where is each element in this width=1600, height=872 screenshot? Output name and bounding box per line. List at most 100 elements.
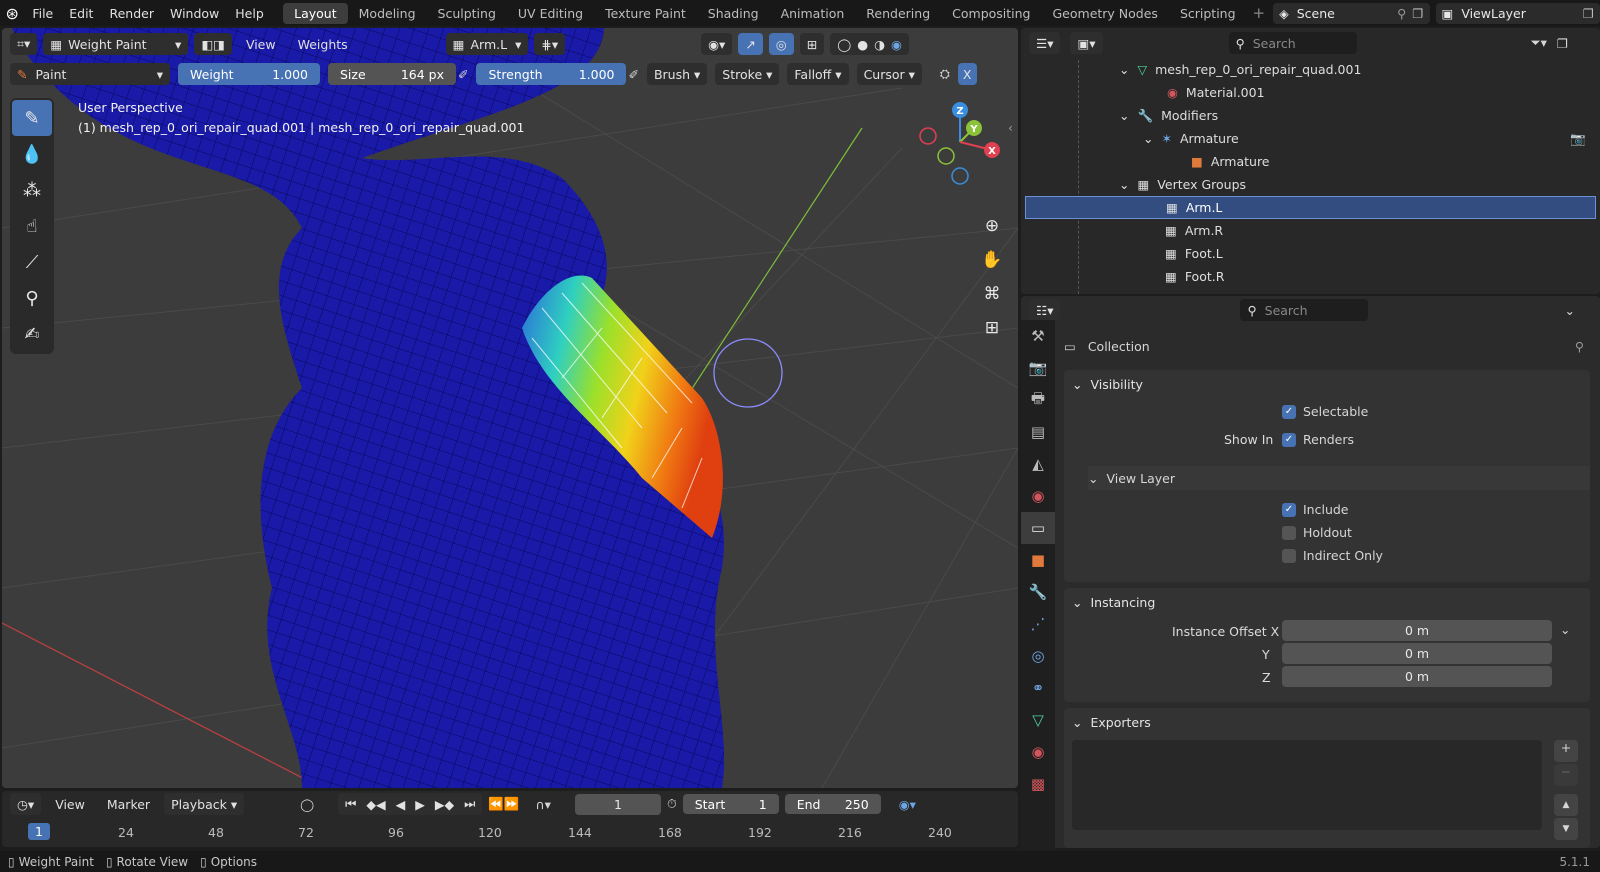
timeline-editor-type[interactable]: ◷▾ xyxy=(10,793,42,815)
new-collection-icon[interactable]: ❐ xyxy=(1557,36,1568,51)
visibility-button[interactable]: ◉▾ xyxy=(701,33,733,55)
3d-viewport[interactable]: ⌗▾ ▦ Weight Paint ▾ ◧◨ View Weights ▦ Ar… xyxy=(2,28,1018,788)
indirect-only-checkbox[interactable]: Indirect Only xyxy=(1282,548,1383,563)
draw-tool-button[interactable]: ✎ xyxy=(12,100,52,136)
tree-row[interactable]: ⌄ ✶ Armature 📷 xyxy=(1021,127,1600,150)
brush-selector[interactable]: ✎ Paint ▾ xyxy=(10,63,170,85)
view-layer-selector[interactable]: ▣ ViewLayer ❐ xyxy=(1435,2,1600,24)
data-tab[interactable]: ▽ xyxy=(1021,704,1055,736)
scene-selector[interactable]: ◈ Scene ⚲ ❐ xyxy=(1273,2,1430,24)
end-frame-field[interactable]: End 250 xyxy=(784,794,881,814)
timeline-menu-marker[interactable]: Marker xyxy=(99,797,158,812)
tree-row[interactable]: ■ Armature xyxy=(1021,150,1600,173)
pan-button[interactable]: ✋ xyxy=(978,246,1006,274)
chevron-down-icon[interactable]: ⌄ xyxy=(1564,303,1574,318)
camera-view-button[interactable]: ⌘ xyxy=(978,280,1006,308)
tab-modeling[interactable]: Modeling xyxy=(348,3,427,24)
include-checkbox[interactable]: ✓ Include xyxy=(1282,502,1349,517)
tree-row[interactable]: ▦ Foot.R xyxy=(1021,265,1600,288)
prev-keyframe-icon[interactable]: ◆◀ xyxy=(366,797,385,812)
world-tab[interactable]: ◉ xyxy=(1021,480,1055,512)
menu-weights[interactable]: Weights xyxy=(290,37,356,52)
timeline-ruler[interactable]: 1 24 48 72 96 120 144 168 192 216 240 xyxy=(2,817,1018,845)
pressure-strength-icon[interactable]: ✐ xyxy=(628,67,638,82)
display-mode-button[interactable]: ▣▾ xyxy=(1070,32,1103,54)
tab-shading[interactable]: Shading xyxy=(697,3,770,24)
disclosure-icon[interactable]: ⌄ xyxy=(1119,177,1129,192)
visibility-panel-header[interactable]: ⌄ Visibility xyxy=(1064,370,1590,398)
tab-rendering[interactable]: Rendering xyxy=(855,3,941,24)
constraints-tab[interactable]: ⚭ xyxy=(1021,672,1055,704)
close-button[interactable]: X xyxy=(957,63,977,85)
disclosure-icon[interactable]: ⌄ xyxy=(1119,108,1129,123)
snapping-icon[interactable]: ◉▾ xyxy=(899,797,916,812)
remove-exporter-button[interactable]: − xyxy=(1554,764,1578,786)
current-frame-field[interactable]: 1 xyxy=(574,793,661,815)
scene-tab[interactable]: ◭ xyxy=(1021,448,1055,480)
holdout-checkbox[interactable]: Holdout xyxy=(1282,525,1352,540)
collection-tab[interactable]: ▭ xyxy=(1021,512,1055,544)
weight-slider[interactable]: Weight 1.000 xyxy=(178,63,320,85)
menu-view[interactable]: View xyxy=(238,37,284,52)
zoom-button[interactable]: ⊕ xyxy=(978,212,1006,240)
collapse-arrow-icon[interactable]: ‹ xyxy=(1008,120,1013,135)
menu-help[interactable]: Help xyxy=(227,6,272,21)
tree-row[interactable]: ⌄ 🔧 Modifiers xyxy=(1021,104,1600,127)
cursor-dropdown[interactable]: Cursor ▾ xyxy=(856,63,922,85)
brush-dropdown[interactable]: Brush ▾ xyxy=(646,63,708,85)
gizmo-toggle[interactable]: ↗ xyxy=(738,33,763,55)
disclosure-icon[interactable]: ⌄ xyxy=(1143,131,1153,146)
move-up-button[interactable]: ▲ xyxy=(1554,794,1578,816)
object-tab[interactable]: ■ xyxy=(1021,544,1055,576)
auto-keying-icon[interactable]: ∩▾ xyxy=(536,797,551,812)
add-workspace-icon[interactable]: + xyxy=(1247,4,1272,22)
symmetry-options-icon[interactable]: ⛭ xyxy=(940,66,950,82)
wireframe-shading-icon[interactable]: ◯ xyxy=(837,37,851,52)
navigation-gizmo[interactable]: Z Y X xyxy=(912,98,1002,188)
average-tool-button[interactable]: ⁂ xyxy=(12,172,52,208)
selectable-checkbox[interactable]: ✓ Selectable xyxy=(1282,404,1368,419)
falloff-dropdown[interactable]: Falloff ▾ xyxy=(787,63,849,85)
exporters-panel-header[interactable]: ⌄ Exporters xyxy=(1064,708,1590,736)
outliner-search[interactable]: ⚲ Search xyxy=(1228,32,1357,54)
size-field[interactable]: Size 164 px xyxy=(328,63,456,85)
annotate-tool-button[interactable]: ✍ xyxy=(12,316,52,352)
tab-geometry-nodes[interactable]: Geometry Nodes xyxy=(1042,3,1169,24)
rendered-shading-icon[interactable]: ◉ xyxy=(891,37,902,52)
perspective-toggle-button[interactable]: ⊞ xyxy=(978,314,1006,342)
particles-tab[interactable]: ⋰ xyxy=(1021,608,1055,640)
play-reverse-icon[interactable]: ◀ xyxy=(396,797,406,812)
editor-type-button[interactable]: ⌗▾ xyxy=(10,33,38,55)
blender-logo-icon[interactable]: ⊛ xyxy=(0,4,24,23)
add-exporter-button[interactable]: + xyxy=(1554,740,1578,762)
material-tab[interactable]: ◉ xyxy=(1021,736,1055,768)
physics-tab[interactable]: ◎ xyxy=(1021,640,1055,672)
menu-window[interactable]: Window xyxy=(162,6,227,21)
next-keyframe-icon[interactable]: ▶◆ xyxy=(435,797,454,812)
step-icons[interactable]: ⏪⏩ xyxy=(488,796,519,812)
menu-edit[interactable]: Edit xyxy=(61,6,101,21)
tree-row[interactable]: ⌄ ▦ Vertex Groups xyxy=(1021,173,1600,196)
exporters-list[interactable] xyxy=(1072,740,1542,830)
pin-icon[interactable]: ⚲ xyxy=(1397,6,1406,21)
view-layer-subpanel-header[interactable]: ⌄ View Layer xyxy=(1088,466,1590,490)
blur-tool-button[interactable]: 💧 xyxy=(12,136,52,172)
new-scene-icon[interactable]: ❐ xyxy=(1412,6,1423,21)
solid-shading-icon[interactable]: ● xyxy=(857,37,868,52)
menu-render[interactable]: Render xyxy=(101,6,162,21)
output-tab[interactable]: 🖶 xyxy=(1021,384,1055,416)
menu-file[interactable]: File xyxy=(24,6,61,21)
tree-row-selected[interactable]: ▦ Arm.L xyxy=(1025,196,1596,219)
symmetry-button[interactable]: ⋕▾ xyxy=(534,33,566,55)
tab-sculpting[interactable]: Sculpting xyxy=(427,3,507,24)
mode-selector[interactable]: ▦ Weight Paint ▾ xyxy=(43,33,189,55)
tree-row[interactable]: ◉ Material.001 xyxy=(1021,81,1600,104)
tree-row[interactable]: ▦ Foot.L xyxy=(1021,242,1600,265)
instance-offset-x-field[interactable]: 0 m xyxy=(1282,620,1552,641)
playback-dropdown[interactable]: Playback ▾ xyxy=(164,793,245,815)
shading-modes[interactable]: ◯ ● ◑ ◉ xyxy=(830,33,909,55)
render-tab[interactable]: 📷 xyxy=(1021,352,1055,384)
tree-row[interactable]: ⌄ ▽ mesh_rep_0_ori_repair_quad.001 xyxy=(1021,58,1600,81)
start-frame-field[interactable]: Start 1 xyxy=(682,794,779,814)
outliner-editor-type[interactable]: ☰▾ xyxy=(1029,32,1061,54)
